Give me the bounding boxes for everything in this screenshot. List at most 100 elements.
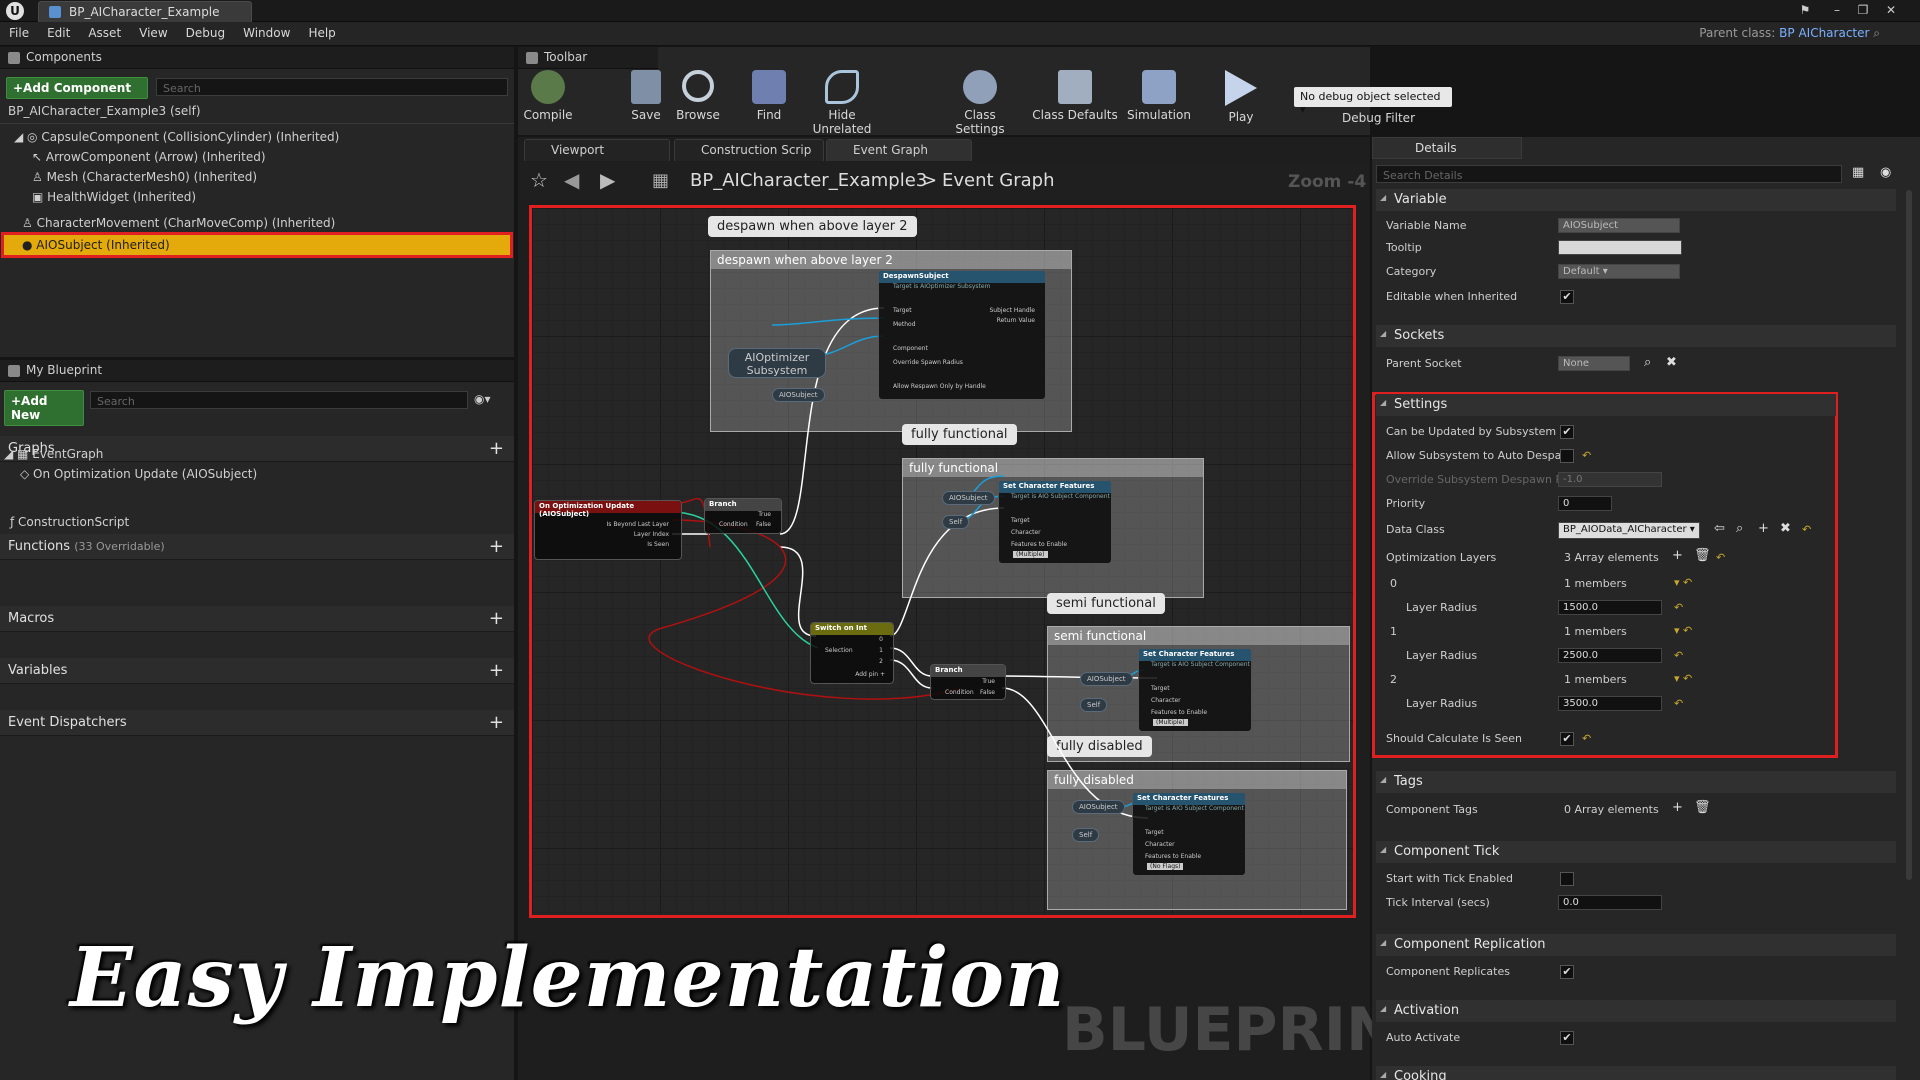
details-section-variable[interactable]: Variable bbox=[1376, 189, 1896, 211]
socket-search-icon[interactable]: ⌕ bbox=[1644, 355, 1651, 370]
forward-arrow-icon[interactable]: ▶ bbox=[600, 168, 615, 192]
layer-2-radius-field[interactable]: 3500.0 bbox=[1558, 696, 1662, 711]
tree-item-event[interactable]: ◇ On Optimization Update (AIOSubject) bbox=[20, 464, 257, 484]
breadcrumb-blueprint[interactable]: BP_AICharacter_Example3 bbox=[690, 170, 927, 191]
editable-checkbox[interactable]: ✔ bbox=[1560, 290, 1574, 304]
use-selected-arrow-icon[interactable]: ⇦ bbox=[1714, 521, 1725, 536]
pin-switch-1[interactable]: 1 bbox=[879, 647, 883, 654]
details-tab[interactable]: Details bbox=[1372, 137, 1522, 159]
tab-event-graph[interactable]: Event Graph bbox=[826, 139, 972, 161]
socket-clear-icon[interactable]: ✖ bbox=[1666, 355, 1677, 370]
tree-item-construction[interactable]: ƒ ConstructionScript bbox=[10, 512, 129, 532]
pin-branch2-true[interactable]: True bbox=[982, 678, 995, 685]
node-self-3[interactable]: Self bbox=[1072, 828, 1100, 842]
pin-set1-character[interactable]: Character bbox=[1011, 529, 1041, 536]
tree-item-arrow[interactable]: ↖ ArrowComponent (Arrow) (Inherited) bbox=[32, 147, 266, 167]
details-section-replication[interactable]: Component Replication bbox=[1376, 934, 1896, 956]
layers-reset-icon[interactable]: ↶ bbox=[1716, 551, 1725, 564]
replicates-checkbox[interactable]: ✔ bbox=[1560, 965, 1574, 979]
layer-0-radius-field[interactable]: 1500.0 bbox=[1558, 600, 1662, 615]
pin-despawn-override[interactable]: Override Spawn Radius bbox=[893, 359, 963, 366]
menu-help[interactable]: Help bbox=[299, 22, 344, 44]
tree-item-health-widget[interactable]: ▣ HealthWidget (Inherited) bbox=[32, 187, 196, 207]
tree-item-movement[interactable]: ♙ CharacterMovement (CharMoveComp) (Inhe… bbox=[22, 213, 335, 233]
auto-activate-checkbox[interactable]: ✔ bbox=[1560, 1031, 1574, 1045]
menu-debug[interactable]: Debug bbox=[177, 22, 234, 44]
tick-interval-field[interactable]: 0.0 bbox=[1558, 895, 1662, 910]
tab-construction-script[interactable]: Construction Scrip bbox=[674, 139, 824, 161]
menu-window[interactable]: Window bbox=[234, 22, 299, 44]
section-variables[interactable]: Variables + bbox=[0, 658, 514, 684]
set2-features-select[interactable]: (Multiple) bbox=[1153, 719, 1188, 726]
close-icon[interactable]: ✕ bbox=[1880, 2, 1902, 18]
restore-icon[interactable]: ❐ bbox=[1852, 2, 1874, 18]
layers-add-icon[interactable]: + bbox=[1672, 548, 1683, 563]
node-branch-1[interactable]: Branch Condition True False bbox=[704, 498, 782, 534]
back-arrow-icon[interactable]: ◀ bbox=[564, 168, 579, 192]
pin-switch-0[interactable]: 0 bbox=[879, 636, 883, 643]
data-class-reset-icon[interactable]: ↶ bbox=[1802, 523, 1811, 536]
layers-delete-icon[interactable]: 🗑 bbox=[1694, 548, 1711, 563]
category-select[interactable]: Default ▾ bbox=[1558, 264, 1680, 279]
my-blueprint-search-input[interactable]: Search bbox=[90, 391, 468, 409]
node-aiosubject-getter-3[interactable]: AIOSubject bbox=[1080, 672, 1133, 686]
class-settings-button[interactable]: Class Settings bbox=[938, 70, 1022, 136]
document-tab[interactable]: BP_AICharacter_Example bbox=[38, 1, 252, 22]
add-new-button[interactable]: +Add New bbox=[4, 390, 84, 426]
tree-item-self[interactable]: BP_AICharacter_Example3 (self) bbox=[8, 101, 201, 121]
node-switch-on-int[interactable]: Switch on Int Selection 0 1 2 Add pin + bbox=[810, 622, 894, 684]
browse-button[interactable]: Browse bbox=[673, 70, 723, 122]
class-defaults-button[interactable]: Class Defaults bbox=[1030, 70, 1120, 122]
tags-add-icon[interactable]: + bbox=[1672, 800, 1683, 815]
pin-is-seen[interactable]: Is Seen bbox=[647, 541, 669, 548]
tooltip-field[interactable] bbox=[1558, 240, 1682, 255]
pin-despawn-return[interactable]: Return Value bbox=[997, 317, 1035, 324]
pin-set3-target[interactable]: Target bbox=[1145, 829, 1164, 836]
add-function-icon[interactable]: + bbox=[489, 534, 504, 560]
pin-branch1-condition[interactable]: Condition bbox=[719, 521, 748, 528]
layer-2-expand-icon[interactable]: ▾ ↶ bbox=[1674, 672, 1692, 685]
event-graph-canvas[interactable]: despawn when above layer 2 despawn when … bbox=[529, 205, 1356, 918]
pin-despawn-handle[interactable]: Subject Handle bbox=[990, 307, 1036, 314]
tree-item-capsule[interactable]: ◢ ◎ CapsuleComponent (CollisionCylinder)… bbox=[14, 127, 339, 147]
pin-layer-index[interactable]: Layer Index bbox=[634, 531, 669, 538]
grid-view-icon[interactable]: ▦ bbox=[1852, 165, 1864, 180]
find-button[interactable]: Find bbox=[748, 70, 790, 122]
details-section-sockets[interactable]: Sockets bbox=[1376, 325, 1896, 347]
layer-0-radius-reset-icon[interactable]: ↶ bbox=[1674, 601, 1683, 614]
debug-object-select[interactable]: No debug object selected ▾ bbox=[1294, 87, 1452, 116]
pin-set3-character[interactable]: Character bbox=[1145, 841, 1175, 848]
priority-field[interactable]: 0 bbox=[1558, 496, 1612, 511]
visibility-eye-icon[interactable]: ◉▾ bbox=[474, 392, 491, 406]
add-variable-icon[interactable]: + bbox=[489, 658, 504, 684]
node-set-features-3[interactable]: Set Character Features Target is AIO Sub… bbox=[1132, 792, 1246, 876]
set1-features-select[interactable]: (Multiple) bbox=[1013, 551, 1048, 558]
node-self-2[interactable]: Self bbox=[1080, 698, 1108, 712]
favorite-star-icon[interactable]: ☆ bbox=[530, 168, 548, 192]
pin-despawn-target[interactable]: Target bbox=[893, 307, 912, 314]
hide-unrelated-button[interactable]: Hide Unrelated bbox=[798, 70, 886, 136]
details-section-tags[interactable]: Tags bbox=[1376, 771, 1896, 793]
tab-viewport[interactable]: Viewport bbox=[524, 139, 670, 161]
menu-file[interactable]: File bbox=[0, 22, 38, 44]
menu-asset[interactable]: Asset bbox=[79, 22, 130, 44]
details-section-activation[interactable]: Activation bbox=[1376, 1000, 1896, 1022]
node-branch-2[interactable]: Branch Condition True False bbox=[930, 664, 1006, 700]
add-dispatcher-icon[interactable]: + bbox=[489, 710, 504, 736]
pin-set1-target[interactable]: Target bbox=[1011, 517, 1030, 524]
pin-set3-features[interactable]: Features to Enable bbox=[1145, 853, 1201, 860]
compile-button[interactable]: Compile bbox=[520, 70, 576, 122]
pin-branch1-false[interactable]: False bbox=[756, 521, 771, 528]
details-search-input[interactable]: Search Details bbox=[1376, 165, 1842, 183]
node-despawn-subject[interactable]: DespawnSubject Target is AIOptimizer Sub… bbox=[878, 270, 1046, 400]
pin-despawn-allow[interactable]: Allow Respawn Only by Handle bbox=[893, 383, 986, 390]
pin-set2-character[interactable]: Character bbox=[1151, 697, 1181, 704]
play-button[interactable]: Play bbox=[1218, 70, 1264, 124]
node-aiosubject-getter-1[interactable]: AIOSubject bbox=[772, 388, 825, 402]
pin-set2-features[interactable]: Features to Enable bbox=[1151, 709, 1207, 716]
tags-delete-icon[interactable]: 🗑 bbox=[1694, 800, 1711, 815]
section-macros[interactable]: Macros + bbox=[0, 606, 514, 632]
eye-icon[interactable]: ◉ bbox=[1880, 165, 1891, 180]
pin-switch-add[interactable]: Add pin + bbox=[855, 671, 885, 678]
can-update-checkbox[interactable]: ✔ bbox=[1560, 425, 1574, 439]
